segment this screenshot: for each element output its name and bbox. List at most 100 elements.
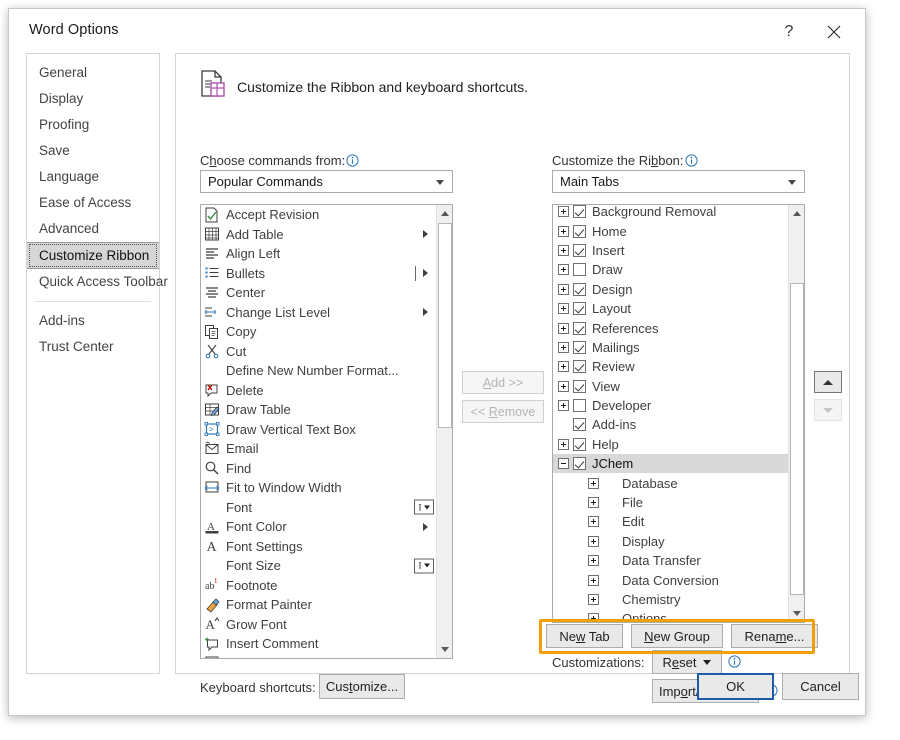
expand-icon[interactable] [558,226,569,237]
move-down-button[interactable] [814,399,842,421]
expand-icon[interactable] [558,400,569,411]
ribbon-tab-checkbox[interactable] [573,283,586,296]
ribbon-tree-item[interactable]: Background Removal [553,204,788,221]
ribbon-tree-item[interactable]: View [553,377,788,396]
ribbon-tab-checkbox[interactable] [573,302,586,315]
command-list-item[interactable]: AFont Settings [201,537,436,557]
expand-icon[interactable] [588,555,599,566]
move-up-button[interactable] [814,371,842,393]
expand-icon[interactable] [558,206,569,217]
sidebar-item-language[interactable]: Language [27,164,159,190]
ribbon-tree-item[interactable]: Add-ins [553,415,788,434]
gallery-dropdown-icon[interactable]: I [414,500,434,515]
sidebar-item-add-ins[interactable]: Add-ins [27,308,159,334]
sidebar-item-ease-of-access[interactable]: Ease of Access [27,190,159,216]
new-tab-button[interactable]: New Tab [546,624,623,648]
expand-icon[interactable] [558,361,569,372]
command-list-item[interactable]: AGrow Font [201,615,436,635]
ribbon-tree-item[interactable]: Mailings [553,338,788,357]
ribbon-tree-item[interactable]: Display [553,532,788,551]
ribbon-tab-checkbox[interactable] [573,438,586,451]
ribbon-tab-checkbox[interactable] [573,457,586,470]
ribbon-tab-checkbox[interactable] [573,341,586,354]
customize-keyboard-button[interactable]: Customize... [319,674,405,699]
help-icon[interactable]: ? [768,17,810,47]
ribbon-tree-scrollbar[interactable] [788,205,804,622]
ribbon-tree-item[interactable]: Database [553,473,788,492]
expand-icon[interactable] [588,516,599,527]
command-list-item[interactable]: Format Painter [201,595,436,615]
expand-icon[interactable] [588,536,599,547]
expand-icon[interactable] [558,245,569,256]
choose-commands-from-combobox[interactable]: Popular Commands [200,170,453,193]
expand-icon[interactable] [558,342,569,353]
ribbon-tree-listbox[interactable]: Background RemovalHomeInsertDrawDesignLa… [552,204,805,623]
info-icon[interactable] [685,154,698,170]
gallery-dropdown-icon[interactable]: I [414,558,434,573]
ok-button[interactable]: OK [697,673,774,700]
ribbon-tree-item[interactable]: Draw [553,260,788,279]
sidebar-item-general[interactable]: General [27,60,159,86]
ribbon-tab-checkbox[interactable] [573,418,586,431]
ribbon-tab-checkbox[interactable] [573,322,586,335]
command-list-item[interactable]: Insert Comment [201,634,436,654]
scrollbar-thumb[interactable] [790,283,804,595]
expand-icon[interactable] [588,613,599,622]
command-list-item[interactable]: Delete [201,381,436,401]
ribbon-tree-item[interactable]: Developer [553,396,788,415]
reset-button[interactable]: Reset [652,650,722,674]
expand-icon[interactable] [588,575,599,586]
command-list-item[interactable]: Draw Table [201,400,436,420]
command-list-item[interactable]: Accept Revision [201,205,436,225]
ribbon-tree-item[interactable]: Home [553,221,788,240]
ribbon-tree-item[interactable]: Data Conversion [553,570,788,589]
info-icon[interactable] [346,154,359,170]
ribbon-tab-checkbox[interactable] [573,380,586,393]
ribbon-tab-checkbox[interactable] [573,360,586,373]
expand-icon[interactable] [558,303,569,314]
ribbon-tab-checkbox[interactable] [573,205,586,218]
expand-icon[interactable] [588,497,599,508]
ribbon-tab-checkbox[interactable] [573,225,586,238]
customize-ribbon-combobox[interactable]: Main Tabs [552,170,805,193]
sidebar-item-quick-access-toolbar[interactable]: Quick Access Toolbar [27,269,159,295]
expand-icon[interactable] [558,264,569,275]
expand-icon[interactable] [558,323,569,334]
command-list-item[interactable]: FontI [201,498,436,518]
ribbon-tree-item[interactable]: References [553,318,788,337]
ribbon-tree-item[interactable]: File [553,493,788,512]
scroll-down-button[interactable] [789,605,805,622]
sidebar-item-display[interactable]: Display [27,86,159,112]
ribbon-tab-checkbox[interactable] [573,399,586,412]
close-icon[interactable] [813,17,855,47]
command-list-item[interactable]: Add Table [201,225,436,245]
commands-scrollbar[interactable] [436,205,452,658]
options-category-list[interactable]: GeneralDisplayProofingSaveLanguageEase o… [26,53,160,674]
ribbon-tree-item[interactable]: Design [553,280,788,299]
command-list-item[interactable]: Change List Level [201,303,436,323]
expand-icon[interactable] [558,284,569,295]
ribbon-tree-item[interactable]: Edit [553,512,788,531]
commands-listbox[interactable]: Accept RevisionAdd TableAlign LeftBullet… [200,204,453,659]
expand-icon[interactable] [558,381,569,392]
scroll-up-button[interactable] [789,205,805,222]
scrollbar-thumb[interactable] [438,223,452,428]
command-list-item[interactable]: Copy [201,322,436,342]
remove-button[interactable]: << Remove [462,400,544,423]
cancel-button[interactable]: Cancel [782,673,859,700]
add-button[interactable]: Add >> [462,371,544,394]
ribbon-tree-item[interactable]: JChem [553,454,788,473]
expand-icon[interactable] [558,439,569,450]
command-list-item[interactable]: Find [201,459,436,479]
command-list-item[interactable]: Align Left [201,244,436,264]
command-list-item[interactable]: Email [201,439,436,459]
ribbon-tree-item[interactable]: Review [553,357,788,376]
command-list-item[interactable]: Font SizeI [201,556,436,576]
ribbon-tree-item[interactable]: Chemistry [553,590,788,609]
sidebar-item-customize-ribbon[interactable]: Customize Ribbon [27,242,159,269]
rename-button[interactable]: Rename... [731,624,818,648]
expand-icon[interactable] [588,594,599,605]
command-list-item[interactable]: Center [201,283,436,303]
command-list-item[interactable]: ab1Footnote [201,576,436,596]
sidebar-item-save[interactable]: Save [27,138,159,164]
